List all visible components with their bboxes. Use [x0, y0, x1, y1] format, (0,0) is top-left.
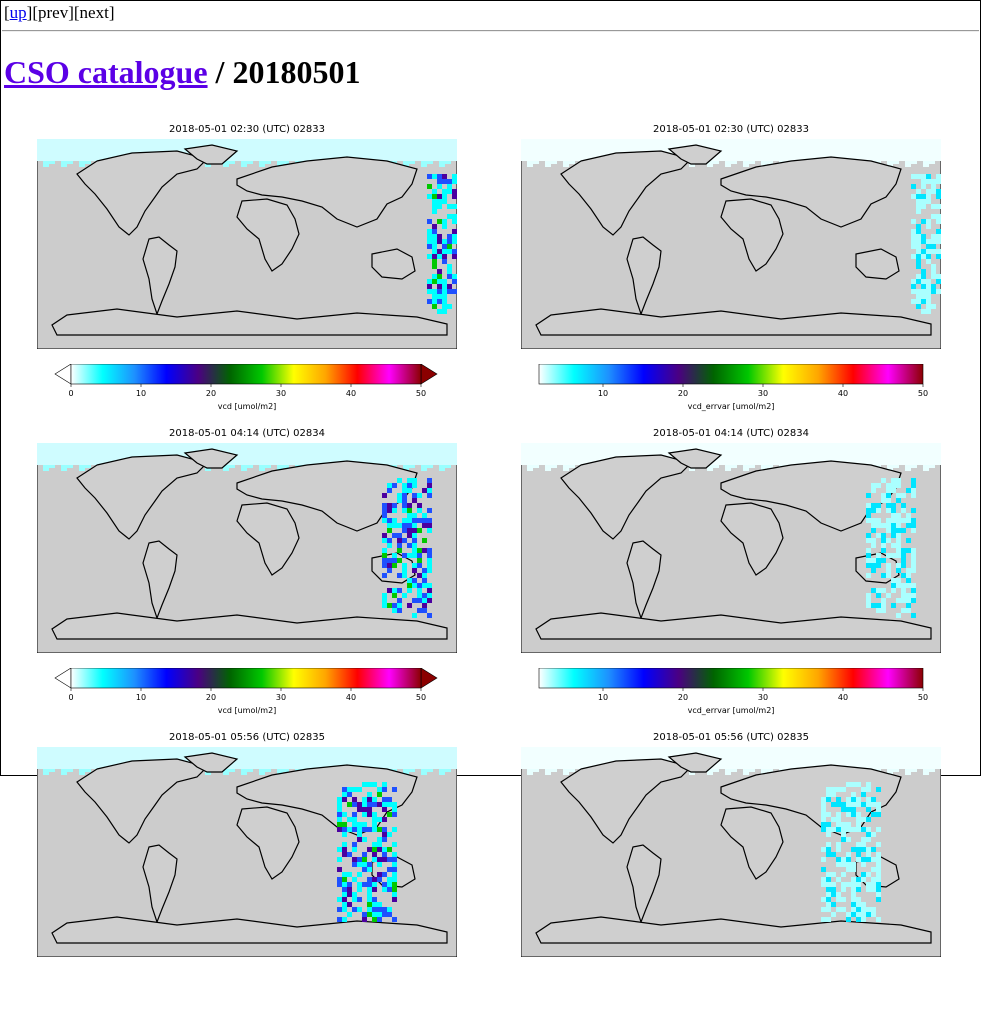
- colorbar-tick-label: 10: [136, 389, 146, 398]
- page-title: CSO catalogue / 20180501: [4, 52, 360, 92]
- colorbar-tick-label: 40: [346, 693, 356, 702]
- figure-title: 2018-05-01 02:30 (UTC) 02833: [169, 124, 325, 135]
- nav-next: next: [79, 3, 109, 22]
- nav-links: [up][prev][next]: [4, 3, 115, 22]
- colorbar: 0 10 20 30 40 50: [54, 668, 438, 702]
- colorbar-tick-label: 20: [206, 389, 216, 398]
- world-map: [37, 747, 457, 957]
- colorbar: 10 20 30 40 50: [538, 364, 928, 398]
- nav-up-link[interactable]: up: [10, 3, 27, 22]
- satellite-swath: [911, 174, 941, 314]
- colorbar-label: vcd [umol/m2]: [217, 706, 277, 715]
- colorbar: 10 20 30 40 50: [538, 668, 928, 702]
- colorbar-label: vcd_errvar [umol/m2]: [687, 402, 775, 411]
- colorbar-tick-label: 10: [136, 693, 146, 702]
- page-title-date: / 20180501: [207, 54, 361, 90]
- colorbar-tick-label: 30: [276, 693, 286, 702]
- colorbar-tick-label: 30: [276, 389, 286, 398]
- satellite-swath: [427, 174, 457, 314]
- nav-prev: prev: [38, 3, 69, 22]
- figure-panel: 2018-05-01 02:30 (UTC) 02833 10 20 30 40 50 vc…: [521, 124, 941, 414]
- figure-title: 2018-05-01 02:30 (UTC) 02833: [653, 124, 809, 135]
- colorbar-tick-label: 40: [838, 389, 848, 398]
- colorbar-tick-label: 10: [598, 389, 608, 398]
- world-map: [37, 443, 457, 653]
- figure-title: 2018-05-01 05:56 (UTC) 02835: [169, 732, 325, 743]
- colorbar-tick-label: 20: [206, 693, 216, 702]
- figure-title: 2018-05-01 05:56 (UTC) 02835: [653, 732, 809, 743]
- colorbar-tick-label: 50: [416, 693, 426, 702]
- colorbar: 0 10 20 30 40 50: [54, 364, 438, 398]
- figure-panel: 2018-05-01 04:14 (UTC) 02834 0 10 20 30 40 50 v…: [37, 428, 457, 718]
- world-map: [521, 443, 941, 653]
- figure-title: 2018-05-01 04:14 (UTC) 02834: [653, 428, 809, 439]
- world-map: [37, 139, 457, 349]
- figure-panel: 2018-05-01 04:14 (UTC) 02834 10 20 30 40 50 vc…: [521, 428, 941, 718]
- horizontal-rule: [2, 30, 979, 32]
- colorbar-tick-label: 20: [678, 693, 688, 702]
- figure-title: 2018-05-01 04:14 (UTC) 02834: [169, 428, 325, 439]
- colorbar-label: vcd [umol/m2]: [217, 402, 277, 411]
- colorbar-tick-label: 30: [758, 693, 768, 702]
- colorbar-label: vcd_errvar [umol/m2]: [687, 706, 775, 715]
- colorbar-tick-label: 50: [416, 389, 426, 398]
- colorbar-tick-label: 40: [838, 693, 848, 702]
- world-map: [521, 139, 941, 349]
- colorbar-tick-label: 0: [68, 693, 73, 702]
- colorbar-tick-label: 40: [346, 389, 356, 398]
- colorbar-tick-label: 20: [678, 389, 688, 398]
- catalogue-link[interactable]: CSO catalogue: [4, 54, 208, 90]
- colorbar-tick-label: 0: [68, 389, 73, 398]
- figure-panel: 2018-05-01 02:30 (UTC) 02833 0 10 20 30 40 50 v…: [37, 124, 457, 414]
- world-map: [521, 747, 941, 957]
- colorbar-tick-label: 50: [918, 693, 928, 702]
- colorbar-tick-label: 10: [598, 693, 608, 702]
- colorbar-tick-label: 50: [918, 389, 928, 398]
- colorbar-tick-label: 30: [758, 389, 768, 398]
